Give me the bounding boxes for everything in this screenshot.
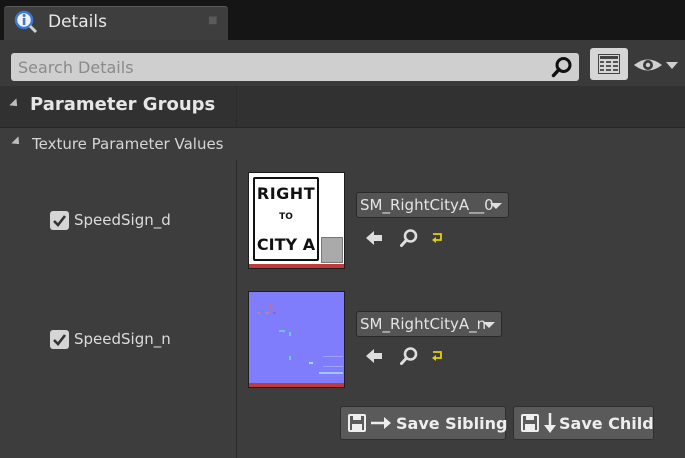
details-toolbar [0, 40, 685, 87]
search-input[interactable] [11, 53, 541, 81]
chevron-down-icon [490, 203, 502, 209]
chevron-down-icon [483, 322, 495, 328]
arrow-right-icon [370, 413, 392, 437]
asset-picker-combo[interactable]: SM_RightCityA_n [356, 311, 502, 337]
search-box [11, 53, 579, 81]
tab-bar: Details ■ [0, 0, 685, 40]
use-selected-asset-arrow-icon[interactable] [364, 228, 384, 248]
collapse-arrow-icon[interactable] [11, 136, 23, 148]
parameter-groups-label: Parameter Groups [30, 94, 216, 115]
texture-thumbnail[interactable] [248, 291, 345, 388]
texture-thumbnail[interactable]: RIGHT TO CITY A [248, 172, 345, 269]
param-enable-checkbox[interactable] [50, 330, 69, 349]
details-tab[interactable]: Details ■ [4, 6, 228, 40]
use-selected-asset-arrow-icon[interactable] [364, 346, 384, 366]
param-name: SpeedSign_n [74, 330, 171, 348]
save-sibling-label: Save Sibling [396, 414, 508, 433]
search-icon[interactable] [551, 56, 573, 78]
close-icon[interactable]: ■ [208, 15, 217, 26]
parameter-groups-header[interactable]: Parameter Groups [0, 86, 685, 128]
asset-name: SM_RightCityA__0 [360, 196, 494, 214]
details-info-icon [14, 10, 38, 34]
save-child-button[interactable]: Save Child [513, 406, 654, 440]
texture-parameter-values-header[interactable]: Texture Parameter Values [0, 128, 685, 160]
sign-text-line: CITY A [256, 235, 316, 254]
save-child-label: Save Child [559, 414, 654, 433]
sign-text-line: TO [279, 212, 293, 222]
sign-preview: RIGHT TO CITY A [253, 177, 319, 261]
param-name: SpeedSign_d [74, 211, 171, 229]
checkmark-icon [53, 215, 67, 227]
asset-color-strip [249, 264, 344, 268]
visibility-options-button[interactable] [632, 52, 682, 78]
tab-title: Details [48, 12, 107, 32]
browse-asset-search-icon[interactable] [399, 346, 419, 366]
thumbnail-corner-swatch [321, 237, 343, 263]
section-label: Texture Parameter Values [32, 135, 224, 153]
reset-to-default-icon[interactable] [431, 347, 451, 367]
normal-map-preview [249, 292, 344, 383]
property-matrix-icon [598, 54, 620, 74]
param-enable-checkbox[interactable] [50, 211, 69, 230]
reset-to-default-icon[interactable] [431, 229, 451, 249]
save-floppy-icon [348, 414, 366, 436]
property-matrix-button[interactable] [590, 48, 628, 80]
arrow-down-icon [543, 412, 557, 438]
collapse-arrow-icon[interactable] [9, 98, 21, 110]
asset-name: SM_RightCityA_n [360, 315, 487, 333]
asset-picker-combo[interactable]: SM_RightCityA__0 [356, 192, 509, 218]
checkmark-icon [53, 334, 67, 346]
save-floppy-icon [521, 414, 539, 436]
asset-color-strip [249, 383, 344, 387]
sign-text-line: RIGHT [256, 184, 316, 203]
save-sibling-button[interactable]: Save Sibling [340, 406, 508, 440]
visibility-eye-icon [634, 59, 678, 71]
browse-asset-search-icon[interactable] [399, 228, 419, 248]
